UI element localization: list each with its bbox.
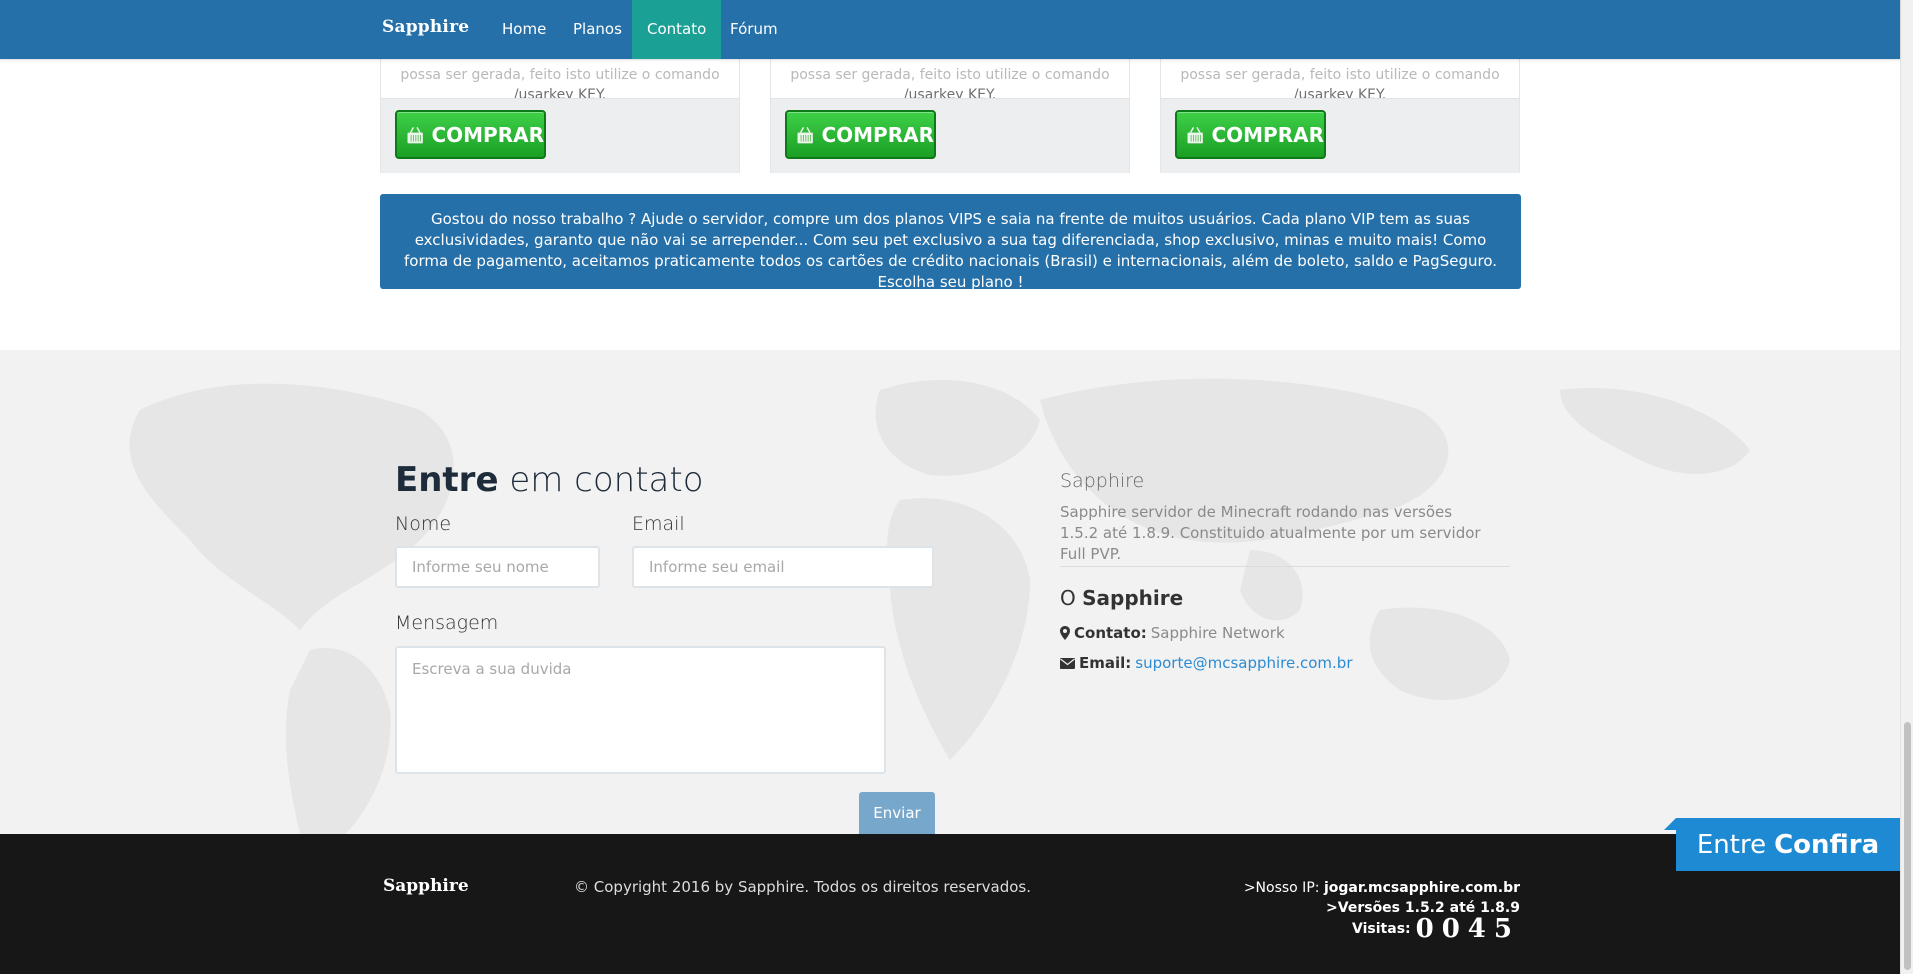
nav-planos[interactable]: Planos [558,0,637,59]
basket-icon [1187,126,1204,144]
send-button[interactable]: Enviar [859,792,935,834]
buy-button[interactable]: COMPRAR [395,110,546,159]
about-title: Sapphire [1060,470,1145,492]
scrollbar-thumb[interactable] [1904,722,1911,970]
page-scrollbar[interactable] [1900,0,1913,974]
plan-card: possa ser gerada, feito isto utilize o c… [1160,40,1520,173]
email-info-line: Email: suporte@mcsapphire.com.br [1060,654,1353,672]
world-map-background [129,378,1750,834]
envelope-icon [1060,657,1075,669]
divider [1060,566,1510,567]
copyright-text: © Copyright 2016 by Sapphire. Todos os d… [574,878,1031,896]
email-input[interactable]: Informe seu email [632,546,934,588]
support-email-link[interactable]: suporte@mcsapphire.com.br [1135,654,1352,672]
visit-counter: Visitas: 0045 [1352,914,1520,944]
map-marker-icon [1060,626,1070,640]
server-info: >Nosso IP: jogar.mcsapphire.com.br >Vers… [1243,880,1520,916]
plan-card: possa ser gerada, feito isto utilize o c… [770,40,1130,173]
server-ip: jogar.mcsapphire.com.br [1323,880,1520,896]
name-input[interactable]: Informe seu nome [395,546,600,588]
buy-button[interactable]: COMPRAR [785,110,936,159]
email-label: Email [632,513,685,535]
about-org-title: O Sapphire [1060,586,1184,610]
footer-brand: Sapphire [383,876,469,896]
message-textarea[interactable]: Escreva a sua duvida [395,646,886,774]
contact-section: Entre em contato Nome Informe seu nome E… [0,350,1900,834]
nav-contato[interactable]: Contato [632,0,722,59]
message-label: Mensagem [395,612,499,634]
basket-icon [407,126,424,144]
chat-tab-corner [1664,818,1676,830]
brand-logo[interactable]: Sapphire [382,17,469,37]
chat-tab[interactable]: Entre Confira [1676,818,1900,871]
about-text: Sapphire servidor de Minecraft rodando n… [1060,503,1481,563]
basket-icon [797,126,814,144]
footer: Sapphire © Copyright 2016 by Sapphire. T… [0,834,1900,974]
vip-info-banner: Gostou do nosso trabalho ? Ajude o servi… [380,194,1521,291]
plan-card-footer: COMPRAR [771,98,1129,173]
visit-count: 0045 [1415,914,1520,944]
name-label: Nome [395,513,452,535]
nav-home[interactable]: Home [487,0,561,59]
buy-button[interactable]: COMPRAR [1175,110,1326,159]
navbar: Sapphire Home Planos Contato Fórum [0,0,1900,59]
contact-info-line: Contato: Sapphire Network [1060,624,1285,642]
plan-card-footer: COMPRAR [1161,98,1519,173]
plan-card-footer: COMPRAR [381,98,739,173]
plan-card: possa ser gerada, feito isto utilize o c… [380,40,740,173]
contact-title: Entre em contato [395,460,704,500]
nav-forum[interactable]: Fórum [715,0,793,59]
